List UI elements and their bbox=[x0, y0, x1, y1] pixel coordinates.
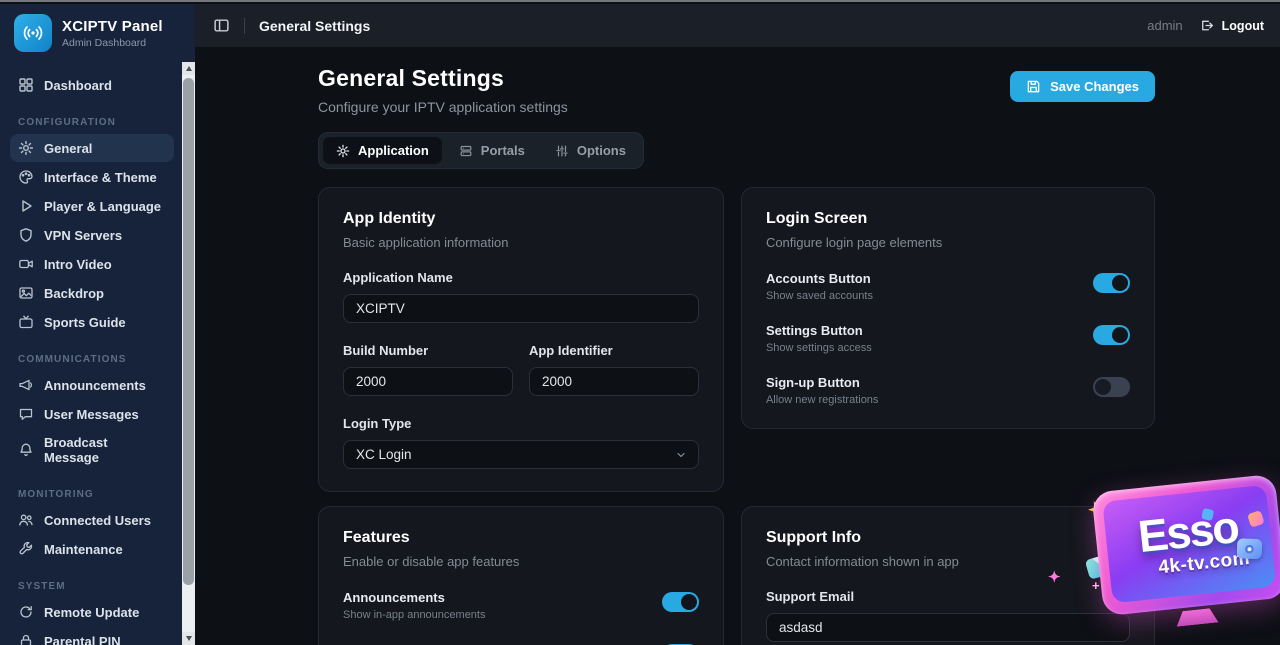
card-support-info: Support Info Contact information shown i… bbox=[741, 506, 1155, 645]
card-login-screen: Login Screen Configure login page elemen… bbox=[741, 187, 1155, 429]
sidebar-collapse-button[interactable] bbox=[213, 17, 230, 34]
save-icon bbox=[1026, 79, 1041, 94]
sidebar-item-announcements[interactable]: Announcements bbox=[10, 371, 174, 399]
section-header-monitoring: MONITORING bbox=[18, 489, 182, 500]
settings-tabs: Application Portals Options bbox=[318, 132, 644, 169]
build-number-input[interactable] bbox=[343, 367, 513, 396]
announcements-toggle[interactable] bbox=[662, 592, 699, 612]
page-title: General Settings bbox=[318, 65, 568, 92]
card-title: Features bbox=[343, 529, 699, 547]
sliders-icon bbox=[555, 144, 569, 158]
app-identifier-label: App Identifier bbox=[529, 343, 699, 358]
sidebar-item-parental-pin[interactable]: Parental PIN bbox=[10, 627, 174, 645]
scroll-up-icon[interactable] bbox=[182, 62, 195, 75]
toggle-row-signup-button: Sign-up Button Allow new registrations bbox=[766, 375, 1130, 406]
sidebar-item-backdrop[interactable]: Backdrop bbox=[10, 279, 174, 307]
accounts-button-toggle[interactable] bbox=[1093, 273, 1130, 293]
sidebar-item-vpn-servers[interactable]: VPN Servers bbox=[10, 221, 174, 249]
main-content: General Settings Configure your IPTV app… bbox=[195, 47, 1280, 645]
logout-icon bbox=[1199, 18, 1214, 33]
build-number-label: Build Number bbox=[343, 343, 513, 358]
tab-application[interactable]: Application bbox=[323, 137, 442, 164]
username-label: admin bbox=[1147, 18, 1182, 33]
toggle-row-settings-button: Settings Button Show settings access bbox=[766, 323, 1130, 354]
support-email-input[interactable] bbox=[766, 613, 1130, 642]
application-name-input[interactable] bbox=[343, 294, 699, 323]
card-title: Support Info bbox=[766, 529, 1130, 547]
sidebar-item-connected-users[interactable]: Connected Users bbox=[10, 506, 174, 534]
toggle-row-accounts-button: Accounts Button Show saved accounts bbox=[766, 271, 1130, 302]
users-icon bbox=[18, 512, 34, 528]
login-type-label: Login Type bbox=[343, 416, 699, 431]
lock-icon bbox=[18, 633, 34, 645]
logout-button[interactable]: Logout bbox=[1199, 18, 1264, 33]
sidebar-item-user-messages[interactable]: User Messages bbox=[10, 400, 174, 428]
play-icon bbox=[18, 198, 34, 214]
application-name-label: Application Name bbox=[343, 270, 699, 285]
panel-left-icon bbox=[213, 17, 230, 34]
card-subtitle: Basic application information bbox=[343, 235, 699, 250]
scroll-down-icon[interactable] bbox=[182, 632, 195, 645]
tab-portals[interactable]: Portals bbox=[446, 137, 538, 164]
video-camera-icon bbox=[18, 256, 34, 272]
image-icon bbox=[18, 285, 34, 301]
support-email-label: Support Email bbox=[766, 589, 1130, 604]
topbar-page-title: General Settings bbox=[259, 18, 370, 34]
gear-icon bbox=[336, 144, 350, 158]
sidebar-item-dashboard[interactable]: Dashboard bbox=[10, 71, 174, 99]
shield-icon bbox=[18, 227, 34, 243]
brand-title: XCIPTV Panel bbox=[62, 18, 163, 35]
tab-options[interactable]: Options bbox=[542, 137, 639, 164]
brand: XCIPTV Panel Admin Dashboard bbox=[0, 4, 195, 62]
sidebar: XCIPTV Panel Admin Dashboard Dashboard C… bbox=[0, 4, 195, 645]
sidebar-item-intro-video[interactable]: Intro Video bbox=[10, 250, 174, 278]
bell-icon bbox=[18, 442, 34, 458]
sidebar-item-remote-update[interactable]: Remote Update bbox=[10, 598, 174, 626]
section-header-configuration: CONFIGURATION bbox=[18, 117, 182, 128]
dashboard-icon bbox=[18, 77, 34, 93]
card-title: App Identity bbox=[343, 210, 699, 228]
sidebar-item-general[interactable]: General bbox=[10, 134, 174, 162]
sidebar-item-maintenance[interactable]: Maintenance bbox=[10, 535, 174, 563]
topbar: General Settings admin Logout bbox=[195, 4, 1280, 47]
sidebar-item-interface-theme[interactable]: Interface & Theme bbox=[10, 163, 174, 191]
chevron-down-icon bbox=[675, 449, 687, 461]
sidebar-item-sports-guide[interactable]: Sports Guide bbox=[10, 308, 174, 336]
topbar-divider bbox=[244, 18, 245, 34]
card-features: Features Enable or disable app features … bbox=[318, 506, 724, 645]
gear-icon bbox=[18, 140, 34, 156]
toggle-row-announcements: Announcements Show in-app announcements bbox=[343, 590, 699, 621]
broadcast-logo-icon bbox=[14, 14, 52, 52]
wrench-icon bbox=[18, 541, 34, 557]
settings-button-toggle[interactable] bbox=[1093, 325, 1130, 345]
sidebar-item-broadcast-message[interactable]: Broadcast Message bbox=[10, 429, 174, 471]
portals-icon bbox=[459, 144, 473, 158]
card-app-identity: App Identity Basic application informati… bbox=[318, 187, 724, 492]
sidebar-nav: Dashboard CONFIGURATION General Interfac… bbox=[0, 62, 182, 645]
card-subtitle: Enable or disable app features bbox=[343, 554, 699, 569]
scrollbar-thumb[interactable] bbox=[183, 78, 194, 585]
chat-bubble-icon bbox=[18, 406, 34, 422]
brand-subtitle: Admin Dashboard bbox=[62, 37, 163, 49]
palette-icon bbox=[18, 169, 34, 185]
section-header-communications: COMMUNICATIONS bbox=[18, 354, 182, 365]
tv-icon bbox=[18, 314, 34, 330]
signup-button-toggle[interactable] bbox=[1093, 377, 1130, 397]
sidebar-scrollbar[interactable] bbox=[182, 62, 195, 645]
card-subtitle: Configure login page elements bbox=[766, 235, 1130, 250]
page-subtitle: Configure your IPTV application settings bbox=[318, 99, 568, 115]
section-header-system: SYSTEM bbox=[18, 581, 182, 592]
login-type-select[interactable]: XC Login bbox=[343, 440, 699, 469]
sidebar-item-player-language[interactable]: Player & Language bbox=[10, 192, 174, 220]
megaphone-icon bbox=[18, 377, 34, 393]
card-title: Login Screen bbox=[766, 210, 1130, 228]
card-subtitle: Contact information shown in app bbox=[766, 554, 1130, 569]
save-changes-button[interactable]: Save Changes bbox=[1010, 71, 1155, 102]
app-identifier-input[interactable] bbox=[529, 367, 699, 396]
refresh-icon bbox=[18, 604, 34, 620]
